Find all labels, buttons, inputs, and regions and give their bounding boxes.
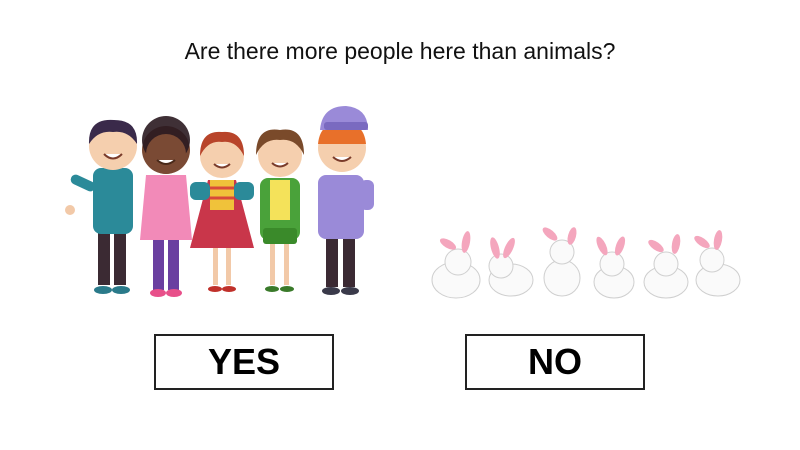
question-text: Are there more people here than animals? [184,38,616,64]
children-illustration [65,106,374,297]
person-boy-purple-cap [318,106,374,295]
rabbit-icon [488,237,534,297]
no-button[interactable]: NO [465,334,645,390]
person-girl-red-dress [190,131,254,292]
rabbit-icon [694,230,741,297]
rabbit-icon [593,236,635,299]
person-girl-pink-top [140,116,192,297]
rabbit-icon [643,234,689,299]
yes-button[interactable]: YES [154,334,334,390]
person-girl-green-jacket [256,129,304,292]
rabbit-icon [431,231,481,299]
person-boy-teal-shirt [65,119,138,294]
rabbit-icon [542,227,581,297]
rabbits-illustration [431,227,741,299]
